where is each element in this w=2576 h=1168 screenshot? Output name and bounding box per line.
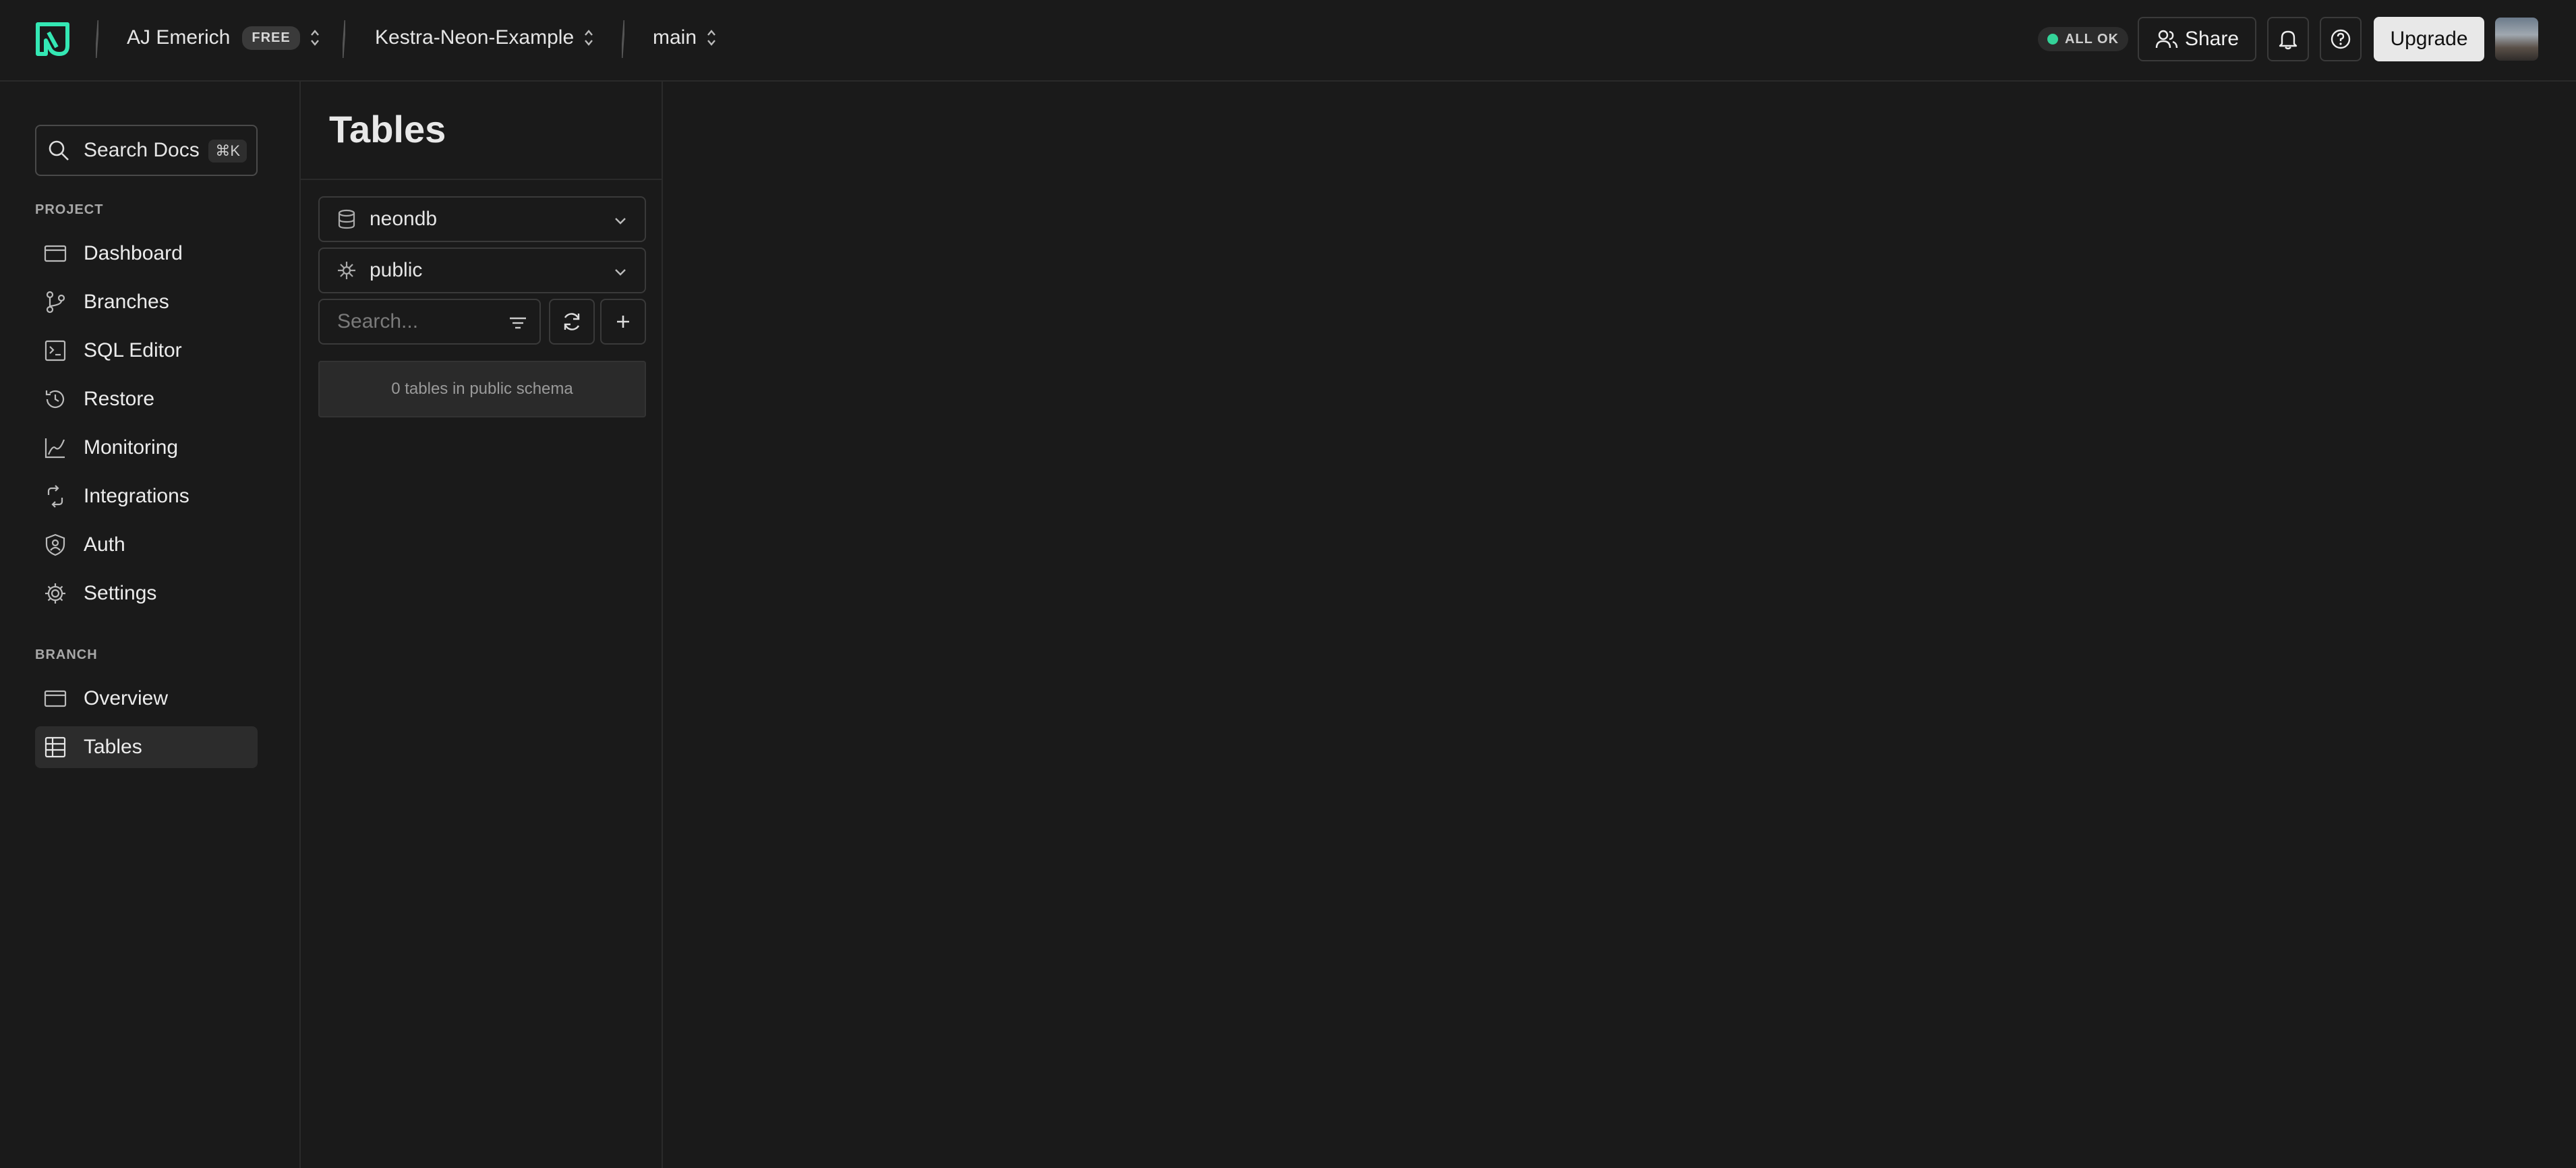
divider [301, 179, 662, 180]
sidebar-item-label: Integrations [84, 485, 189, 507]
project-name: Kestra-Neon-Example [375, 26, 575, 49]
neon-logo-icon[interactable] [34, 20, 71, 58]
users-icon [2155, 30, 2178, 49]
breadcrumb-separator [622, 20, 624, 58]
sidebar-item-tables[interactable]: Tables [35, 726, 258, 768]
refresh-button[interactable] [549, 299, 595, 345]
project-switcher[interactable]: Kestra-Neon-Example [375, 19, 594, 57]
restore-icon [45, 390, 65, 408]
database-name: neondb [370, 208, 438, 230]
sidebar-item-label: Overview [84, 687, 169, 709]
sidebar-item-label: Monitoring [84, 436, 179, 459]
dashboard-icon [44, 245, 67, 262]
sidebar-item-label: Settings [84, 582, 157, 604]
chevron-up-down-icon [585, 30, 593, 46]
integrations-icon [47, 485, 63, 508]
sidebar-item-dashboard[interactable]: Dashboard [35, 233, 258, 274]
sidebar-item-integrations[interactable]: Integrations [35, 475, 258, 517]
org-switcher[interactable]: AJ Emerich FREE [127, 19, 320, 57]
branch-switcher[interactable]: main [653, 19, 717, 57]
main-content-area [663, 82, 2576, 1168]
overview-icon [44, 690, 67, 707]
chevron-down-icon [615, 218, 626, 225]
monitoring-icon [45, 438, 65, 459]
sidebar-item-restore[interactable]: Restore [35, 378, 258, 420]
filter-icon[interactable] [507, 312, 529, 334]
upgrade-button[interactable]: Upgrade [2374, 17, 2484, 61]
sidebar-item-branches[interactable]: Branches [35, 281, 258, 323]
tables-panel: Tables neondb public 0 tables in public … [301, 82, 663, 1168]
search-docs-label: Search Docs [84, 139, 200, 161]
chevron-up-down-icon [310, 30, 319, 46]
auth-icon [45, 533, 65, 556]
notifications-button[interactable] [2267, 17, 2309, 61]
chevron-down-icon [615, 269, 626, 276]
top-bar: AJ Emerich FREE Kestra-Neon-Example main… [0, 0, 2576, 82]
sidebar: Search Docs ⌘K PROJECT Dashboard Branche… [0, 82, 301, 1168]
keyboard-shortcut: ⌘K [208, 140, 247, 163]
breadcrumb-separator [96, 20, 98, 58]
plan-badge: FREE [242, 26, 300, 50]
bell-icon [2279, 30, 2297, 50]
gear-icon [45, 583, 65, 604]
sidebar-item-settings[interactable]: Settings [35, 573, 258, 614]
search-icon [49, 140, 69, 160]
empty-state-message: 0 tables in public schema [318, 361, 646, 417]
search-docs-button[interactable]: Search Docs ⌘K [35, 125, 258, 176]
status-text: ALL OK [2064, 31, 2119, 47]
database-icon [338, 209, 355, 229]
branches-icon [46, 291, 65, 314]
page-title: Tables [329, 108, 446, 150]
org-name: AJ Emerich [127, 26, 231, 49]
help-button[interactable] [2320, 17, 2362, 61]
sidebar-item-auth[interactable]: Auth [35, 524, 258, 566]
sidebar-item-monitoring[interactable]: Monitoring [35, 427, 258, 469]
schema-name: public [370, 259, 423, 281]
schema-select[interactable]: public [318, 247, 646, 293]
sidebar-item-label: Tables [84, 736, 142, 758]
share-button[interactable]: Share [2138, 17, 2256, 61]
share-label: Share [2184, 28, 2240, 50]
chevron-up-down-icon [707, 30, 715, 46]
branch-name: main [653, 26, 697, 49]
sidebar-item-label: SQL Editor [84, 339, 182, 361]
sidebar-item-overview[interactable]: Overview [35, 678, 258, 720]
status-badge[interactable]: ALL OK [2038, 27, 2128, 51]
breadcrumb-separator [343, 20, 345, 58]
refresh-icon [564, 313, 580, 330]
sidebar-item-label: Branches [84, 291, 169, 313]
sidebar-item-label: Restore [84, 388, 155, 410]
tables-icon [45, 736, 66, 758]
sidebar-item-label: Auth [84, 533, 125, 556]
table-search-input[interactable] [336, 310, 494, 334]
sidebar-item-label: Dashboard [84, 242, 183, 264]
project-section-label: PROJECT [35, 202, 104, 217]
branch-section-label: BRANCH [35, 647, 98, 662]
schema-icon [338, 262, 355, 279]
add-table-button[interactable] [600, 299, 646, 345]
database-select[interactable]: neondb [318, 196, 646, 242]
table-search-field [318, 299, 541, 345]
avatar[interactable] [2495, 18, 2538, 61]
sidebar-item-sql-editor[interactable]: SQL Editor [35, 330, 258, 372]
help-circle-icon [2331, 29, 2351, 49]
status-dot [2047, 34, 2058, 45]
plus-icon [617, 316, 629, 328]
sql-editor-icon [45, 340, 66, 361]
